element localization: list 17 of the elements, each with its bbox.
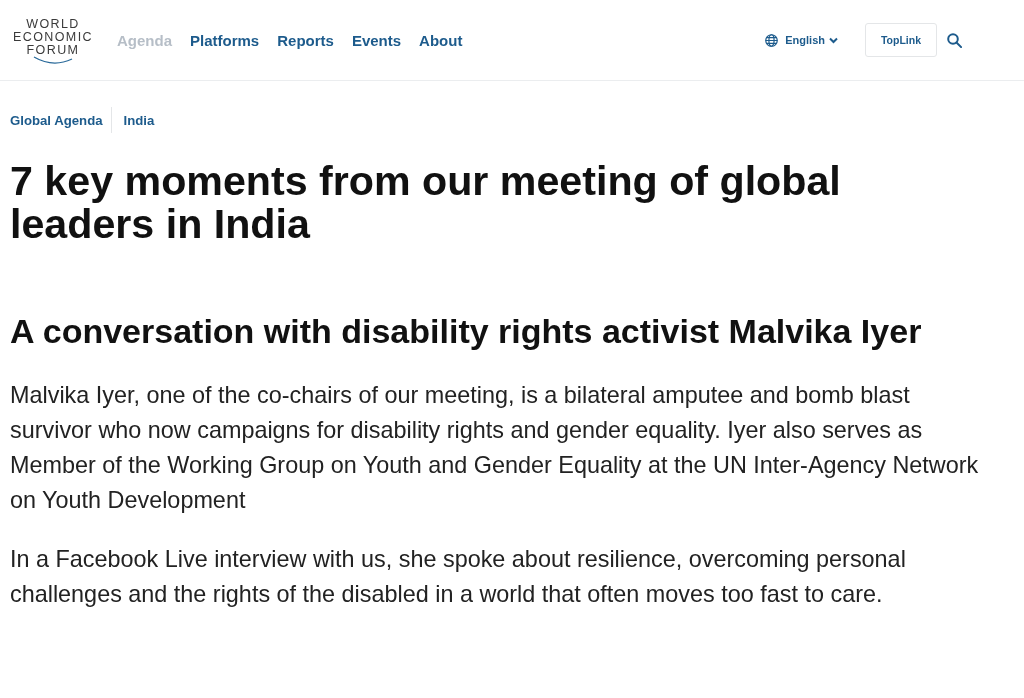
- search-icon[interactable]: [947, 32, 962, 48]
- nav-link[interactable]: Platforms: [190, 31, 260, 49]
- language-selector[interactable]: English: [765, 33, 838, 47]
- breadcrumb-link[interactable]: Global Agenda: [10, 112, 103, 128]
- nav-link[interactable]: About: [419, 31, 463, 49]
- logo-wordmark: WORLD ECONOMIC FORUM: [13, 18, 93, 57]
- breadcrumb-link[interactable]: India: [123, 112, 155, 128]
- body-paragraph: Malvika Iyer, one of the co-chairs of our meeting, is a bilateral amputee and bomb blast survivor who now campaigns for disability rights and gender equality. Iyer also serves as Member of the Working Group on Youth and Gender Equality at the UN Inter-Agency Network on Youth Development: [10, 381, 980, 515]
- toplink-button[interactable]: TopLink: [865, 23, 937, 57]
- nav-link[interactable]: Reports: [277, 31, 334, 49]
- globe-icon: [765, 33, 779, 47]
- chevron-down-icon: [829, 36, 838, 44]
- body-paragraph: In a Facebook Live interview with us, she spoke about resilience, overcoming personal challenges and the rights of the disabled in a world that often moves too fast to care.: [10, 545, 907, 609]
- logo-arc-icon: [33, 56, 73, 64]
- article-title: 7 key moments from our meeting of global leaders in India: [10, 160, 842, 246]
- section-heading: A conversation with disability rights activist Malvika Iyer: [10, 311, 923, 351]
- nav-link[interactable]: Events: [351, 31, 402, 49]
